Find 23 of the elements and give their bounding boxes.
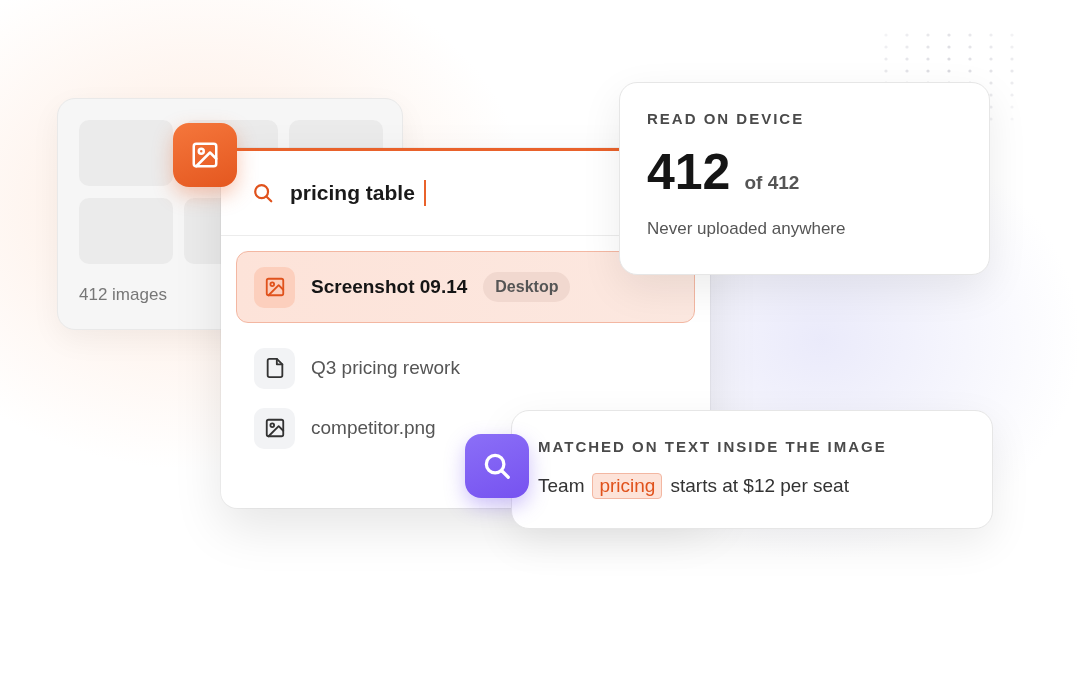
card-note: Never uploaded anywhere: [647, 219, 846, 239]
card-label: READ ON DEVICE: [647, 110, 805, 127]
card-label: MATCHED ON TEXT INSIDE THE IMAGE: [538, 438, 887, 455]
match-text: starts at $12 per seat: [670, 475, 849, 497]
result-title: Screenshot 09.14: [311, 276, 468, 298]
image-count: 412 images: [79, 285, 167, 305]
location-tag: Desktop: [483, 272, 571, 302]
result-title: competitor.png: [311, 417, 436, 439]
count-total: of 412: [744, 172, 800, 194]
search-result[interactable]: Screenshot 09.14 Desktop: [236, 251, 695, 323]
search-term-highlight: pricing: [592, 473, 663, 499]
image-icon: [263, 276, 286, 298]
count-value: 412: [647, 147, 731, 197]
result-title: Q3 pricing rework: [311, 357, 460, 379]
match-text: Team: [538, 475, 585, 497]
search-icon: [252, 182, 274, 204]
search-result[interactable]: competitor.png: [236, 399, 454, 457]
image-icon: [263, 417, 286, 439]
text-cursor: [423, 180, 426, 206]
image-icon: [190, 140, 220, 170]
search-result[interactable]: Q3 pricing rework: [236, 339, 478, 397]
search-query[interactable]: pricing table: [290, 181, 415, 205]
search-icon: [482, 451, 512, 481]
